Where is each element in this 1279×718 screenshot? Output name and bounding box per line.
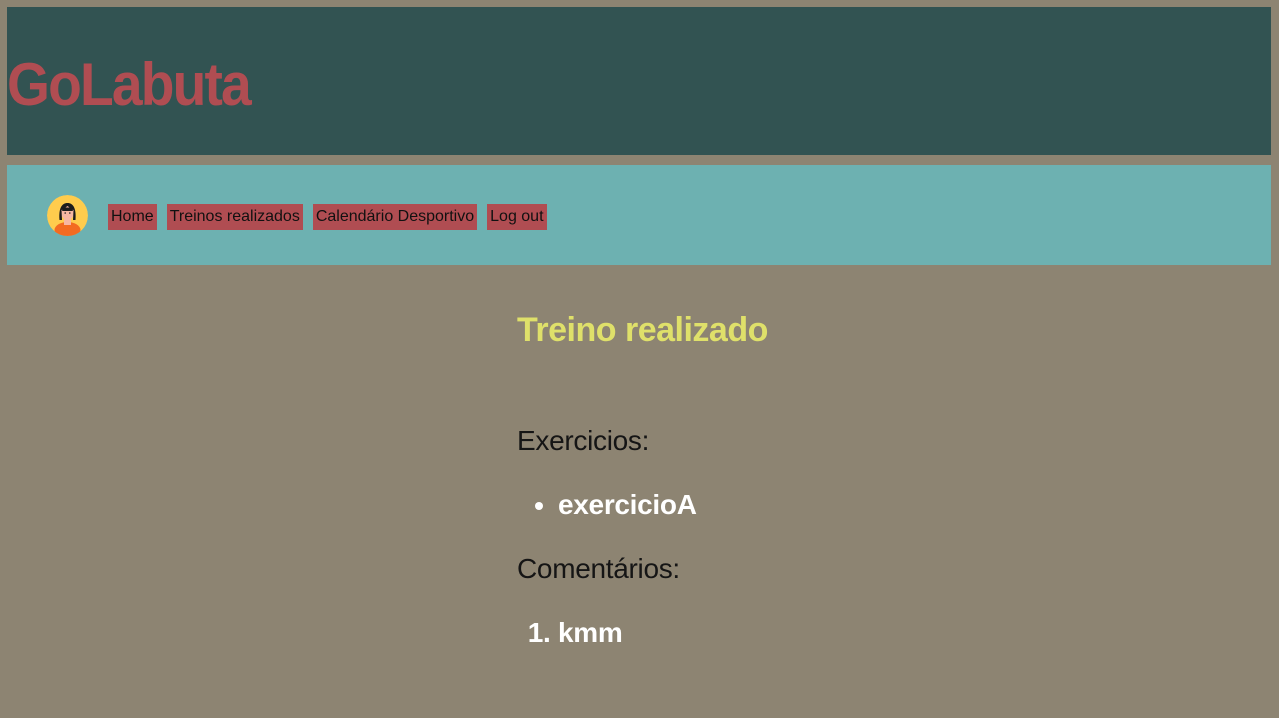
comment-list: kmm xyxy=(517,613,1117,653)
user-avatar-icon[interactable] xyxy=(47,195,88,236)
comments-heading: Comentários: xyxy=(517,553,680,584)
nav-treinos-realizados-link[interactable]: Treinos realizados xyxy=(166,204,303,230)
comment-item: kmm xyxy=(558,613,1117,653)
site-header: GoLabuta xyxy=(7,7,1271,155)
exercises-heading: Exercicios: xyxy=(517,425,650,456)
workout-detail: Treino realizado Exercicios: exercicioA … xyxy=(517,305,1117,653)
user-avatar-icon xyxy=(47,195,88,236)
exercise-item: exercicioA xyxy=(558,485,1117,525)
nav-calendario-desportivo-link[interactable]: Calendário Desportivo xyxy=(312,204,478,230)
page-title: Treino realizado xyxy=(517,311,768,349)
nav-links: Home Treinos realizados Calendário Despo… xyxy=(108,204,547,230)
site-logo-title: GoLabuta xyxy=(7,51,252,118)
nav-logout-link[interactable]: Log out xyxy=(487,204,547,230)
nav-home-link[interactable]: Home xyxy=(108,204,157,230)
exercise-list: exercicioA xyxy=(517,485,1117,525)
main-navigation: Home Treinos realizados Calendário Despo… xyxy=(7,165,1271,265)
